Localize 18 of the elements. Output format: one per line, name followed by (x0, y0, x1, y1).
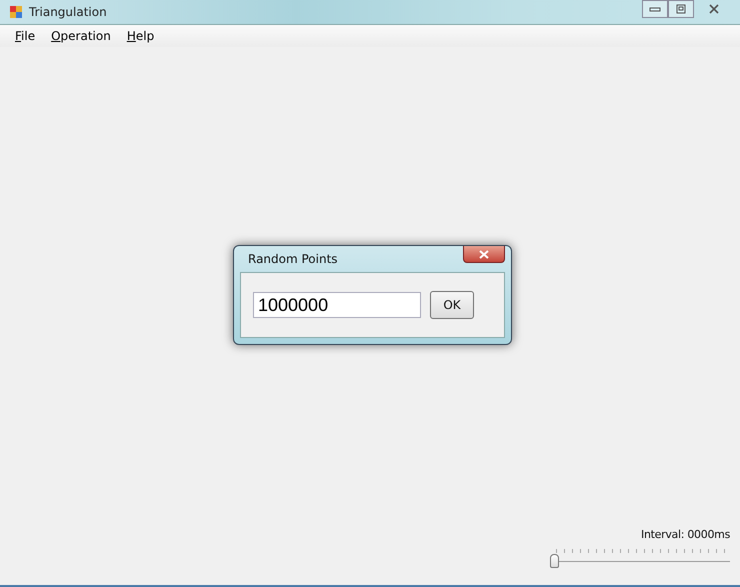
ok-button[interactable]: OK (430, 291, 474, 319)
minimize-button[interactable] (642, 0, 668, 18)
menu-item[interactable]: Help (120, 27, 162, 45)
menu-item[interactable]: Operation (44, 27, 118, 45)
maximize-icon (675, 4, 687, 14)
close-button[interactable] (463, 246, 505, 263)
interval-label: Interval: 0000ms (641, 528, 730, 541)
app-icon (9, 5, 23, 19)
minimize-icon (649, 5, 661, 13)
maximize-button[interactable] (668, 0, 694, 18)
close-icon (479, 250, 489, 258)
input-field[interactable]: 1000000 (253, 292, 421, 318)
menu-item[interactable]: File (8, 27, 42, 45)
interval-slider[interactable] (550, 547, 730, 569)
slider-thumb[interactable] (550, 554, 559, 568)
close-icon (708, 4, 720, 14)
window-title: Triangulation (29, 5, 107, 19)
dialog-title: Random Points (248, 252, 338, 266)
